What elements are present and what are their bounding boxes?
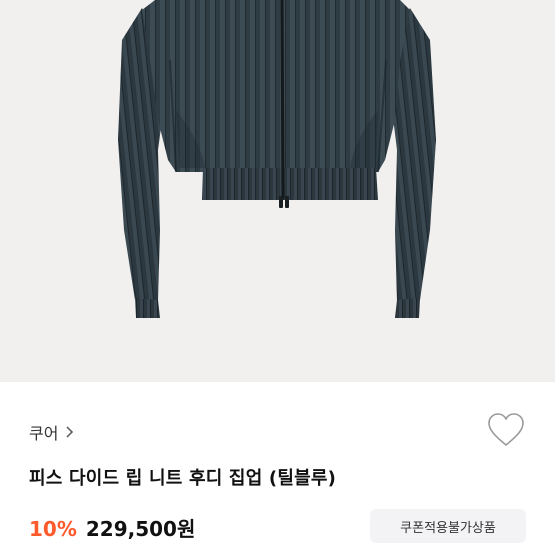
product-price: 229,500원: [85, 517, 196, 541]
product-title: 피스 다이드 립 니트 후디 집업 (틸블루): [29, 468, 337, 489]
discount-rate: 10%: [29, 517, 77, 541]
heart-outline-icon[interactable]: [487, 412, 525, 448]
brand-link[interactable]: 쿠어: [29, 420, 74, 444]
price-row: 10% 229,500원: [29, 513, 195, 542]
product-info: 쿠어 피스 다이드 립 니트 후디 집업 (틸블루) 10% 229,500원 …: [0, 382, 555, 555]
ribbed-knit-zipup-image: [118, 0, 436, 318]
chevron-right-icon: [66, 426, 74, 438]
product-image[interactable]: [0, 0, 555, 382]
coupon-unavailable-badge: 쿠폰적용불가상품: [370, 509, 526, 543]
brand-name: 쿠어: [29, 424, 59, 443]
